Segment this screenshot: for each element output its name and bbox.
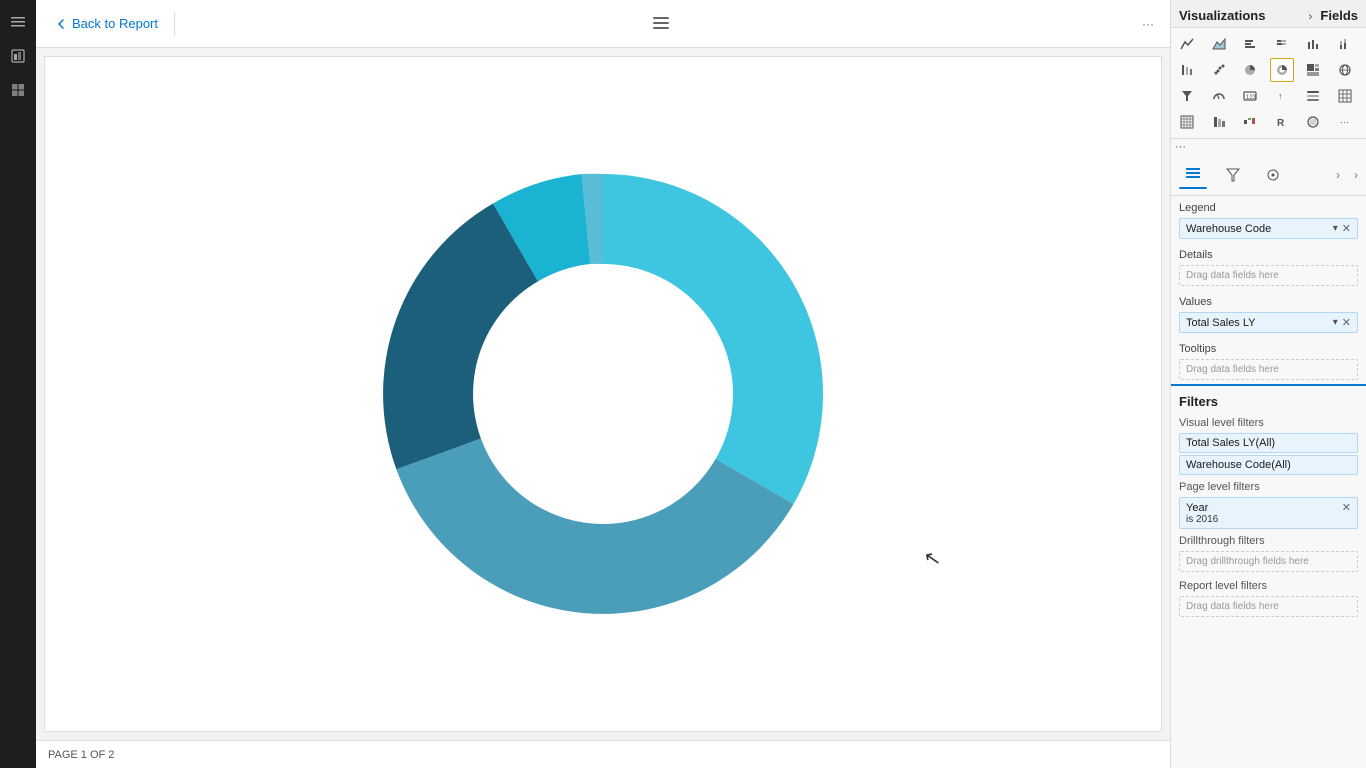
visualizations-title: Visualizations bbox=[1179, 8, 1265, 23]
drillthrough-label: Drillthrough filters bbox=[1171, 531, 1366, 549]
sidebar-menu-icon[interactable] bbox=[4, 8, 32, 36]
tab-filter[interactable] bbox=[1219, 161, 1247, 189]
viz-scatter[interactable] bbox=[1207, 58, 1231, 82]
page-level-filters-label: Page level filters bbox=[1171, 477, 1366, 495]
viz-more-button[interactable]: ··· bbox=[1333, 110, 1357, 134]
viz-more-label: ··· bbox=[1171, 139, 1366, 155]
fields-title: Fields bbox=[1320, 8, 1358, 23]
panel-header-actions: › Fields bbox=[1308, 8, 1358, 23]
tab-fields[interactable] bbox=[1179, 161, 1207, 189]
viz-gauge[interactable] bbox=[1207, 84, 1231, 108]
legend-chip-text: Warehouse Code bbox=[1186, 223, 1271, 235]
values-chip-container: Total Sales LY ▾ ✕ bbox=[1179, 312, 1358, 333]
left-sidebar bbox=[0, 0, 36, 768]
back-to-report-button[interactable]: Back to Report bbox=[48, 12, 166, 35]
panel-tabs: › › bbox=[1171, 155, 1366, 196]
viz-globe[interactable] bbox=[1301, 110, 1325, 134]
filter-chip-totalsales[interactable]: Total Sales LY(All) bbox=[1179, 433, 1358, 453]
drillthrough-drag[interactable]: Drag drillthrough fields here bbox=[1179, 551, 1358, 572]
values-chip-chevron[interactable]: ▾ bbox=[1333, 317, 1338, 328]
cursor-icon: ↖ bbox=[922, 545, 943, 573]
svg-text:R: R bbox=[1277, 118, 1285, 129]
visual-level-filters-label: Visual level filters bbox=[1171, 413, 1366, 431]
legend-chip[interactable]: Warehouse Code ▾ ✕ bbox=[1179, 218, 1358, 239]
details-drag-area[interactable]: Drag data fields here bbox=[1179, 265, 1358, 286]
viz-icons-grid: 123 ↑ bbox=[1171, 28, 1366, 139]
viz-donut[interactable] bbox=[1270, 58, 1294, 82]
values-chip-actions: ▾ ✕ bbox=[1331, 316, 1351, 329]
top-bar-right: ··· bbox=[1138, 13, 1158, 35]
back-to-report-label: Back to Report bbox=[72, 16, 158, 31]
values-section: Values Total Sales LY ▾ ✕ bbox=[1171, 290, 1366, 333]
report-level-label: Report level filters bbox=[1171, 576, 1366, 594]
filter-chip-year-row: Year ✕ bbox=[1186, 501, 1351, 514]
viz-line[interactable] bbox=[1175, 32, 1199, 56]
viz-col-clustered[interactable] bbox=[1301, 32, 1325, 56]
panel-chevron-icon[interactable]: › bbox=[1308, 9, 1312, 23]
svg-text:↑: ↑ bbox=[1278, 91, 1283, 101]
svg-text:123: 123 bbox=[1246, 95, 1257, 101]
report-level-drag[interactable]: Drag data fields here bbox=[1179, 596, 1358, 617]
filters-section: Filters Visual level filters Total Sales… bbox=[1171, 384, 1366, 625]
filters-title: Filters bbox=[1171, 390, 1366, 413]
tab-analytics[interactable] bbox=[1259, 161, 1287, 189]
top-bar-center bbox=[183, 16, 1138, 32]
donut-chart[interactable] bbox=[363, 134, 843, 654]
hamburger-icon[interactable] bbox=[653, 16, 669, 32]
filter-chip-year-x[interactable]: ✕ bbox=[1342, 501, 1351, 514]
more-options-button[interactable]: ··· bbox=[1138, 13, 1158, 35]
top-bar-separator bbox=[174, 12, 175, 36]
sidebar-report-icon[interactable] bbox=[4, 42, 32, 70]
legend-chip-chevron[interactable]: ▾ bbox=[1333, 223, 1338, 234]
sidebar-pages-icon[interactable] bbox=[4, 76, 32, 104]
viz-pie[interactable] bbox=[1238, 58, 1262, 82]
panel-header: Visualizations › Fields bbox=[1171, 0, 1366, 28]
viz-table[interactable] bbox=[1333, 84, 1357, 108]
viz-col-stacked[interactable] bbox=[1333, 32, 1357, 56]
values-chip-text: Total Sales LY bbox=[1186, 317, 1256, 329]
viz-slicer[interactable] bbox=[1301, 84, 1325, 108]
details-section: Details Drag data fields here bbox=[1171, 243, 1366, 286]
values-chip[interactable]: Total Sales LY ▾ ✕ bbox=[1179, 312, 1358, 333]
tooltips-section: Tooltips Drag data fields here bbox=[1171, 337, 1366, 380]
main-area: Back to Report ··· bbox=[36, 0, 1170, 768]
right-panel: Visualizations › Fields bbox=[1170, 0, 1366, 768]
viz-bar-clustered[interactable] bbox=[1238, 32, 1262, 56]
filter-chip-year[interactable]: Year ✕ is 2016 bbox=[1179, 497, 1358, 529]
page-info: PAGE 1 OF 2 bbox=[48, 749, 114, 761]
details-label: Details bbox=[1171, 243, 1366, 263]
panel-expand-icon-2[interactable]: › bbox=[1354, 168, 1358, 182]
panel-expand-icon[interactable]: › bbox=[1336, 168, 1340, 182]
filter-chip-warehousecode[interactable]: Warehouse Code(All) bbox=[1179, 455, 1358, 475]
viz-area[interactable] bbox=[1207, 32, 1231, 56]
viz-ribbon[interactable] bbox=[1207, 110, 1231, 134]
legend-label: Legend bbox=[1171, 196, 1366, 216]
tooltips-label: Tooltips bbox=[1171, 337, 1366, 357]
viz-kpi[interactable]: ↑ bbox=[1270, 84, 1294, 108]
viz-r-script[interactable]: R bbox=[1270, 110, 1294, 134]
filter-chip-year-value: is 2016 bbox=[1186, 514, 1351, 525]
viz-matrix[interactable] bbox=[1175, 110, 1199, 134]
filter-chip-year-label: Year bbox=[1186, 502, 1208, 514]
viz-treemap[interactable] bbox=[1301, 58, 1325, 82]
values-chip-x[interactable]: ✕ bbox=[1342, 316, 1351, 329]
legend-chip-container: Warehouse Code ▾ ✕ bbox=[1179, 218, 1358, 239]
report-canvas: ↖ bbox=[44, 56, 1162, 732]
viz-waterfall[interactable] bbox=[1238, 110, 1262, 134]
fields-section: Legend Warehouse Code ▾ ✕ Details Drag d… bbox=[1171, 196, 1366, 384]
values-label: Values bbox=[1171, 290, 1366, 310]
viz-map[interactable] bbox=[1333, 58, 1357, 82]
filter-chip-warehousecode-text: Warehouse Code(All) bbox=[1186, 459, 1351, 471]
viz-bar-stacked[interactable] bbox=[1270, 32, 1294, 56]
legend-section: Legend Warehouse Code ▾ ✕ bbox=[1171, 196, 1366, 239]
filter-chip-totalsales-text: Total Sales LY(All) bbox=[1186, 437, 1351, 449]
tooltips-drag-area[interactable]: Drag data fields here bbox=[1179, 359, 1358, 380]
top-bar: Back to Report ··· bbox=[36, 0, 1170, 48]
viz-col-100[interactable] bbox=[1175, 58, 1199, 82]
viz-funnel[interactable] bbox=[1175, 84, 1199, 108]
legend-chip-actions: ▾ ✕ bbox=[1331, 222, 1351, 235]
viz-card[interactable]: 123 bbox=[1238, 84, 1262, 108]
legend-chip-x[interactable]: ✕ bbox=[1342, 222, 1351, 235]
bottom-bar: PAGE 1 OF 2 bbox=[36, 740, 1170, 768]
